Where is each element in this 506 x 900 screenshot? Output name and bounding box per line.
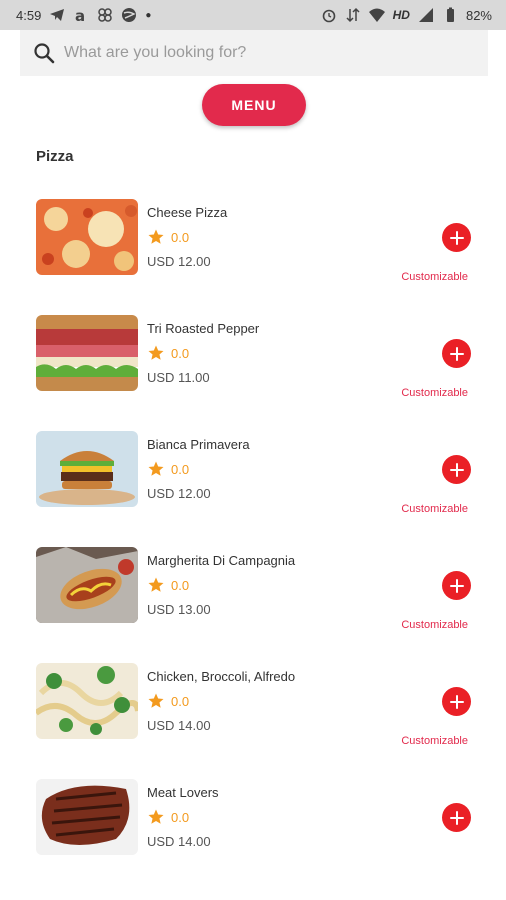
item-price: USD 11.00 — [147, 370, 210, 385]
add-item-button[interactable] — [442, 455, 471, 484]
plus-icon — [449, 578, 464, 593]
item-price: USD 13.00 — [147, 602, 211, 617]
menu-item[interactable]: Margherita Di Campagnia 0.0 USD 13.00 Cu… — [0, 547, 506, 647]
search-bar[interactable] — [20, 30, 488, 76]
alarm-icon — [321, 7, 337, 23]
rating-value: 0.0 — [171, 345, 190, 361]
status-left: 4:59 a ● — [16, 7, 152, 25]
add-item-button[interactable] — [442, 687, 471, 716]
add-item-button[interactable] — [442, 339, 471, 368]
menu-item[interactable]: Bianca Primavera 0.0 USD 12.00 Customiza… — [0, 431, 506, 531]
network-type: HD — [392, 8, 410, 22]
plus-icon — [449, 810, 464, 825]
star-icon — [147, 228, 165, 246]
signal-icon — [418, 7, 434, 23]
svg-text:a: a — [75, 7, 85, 23]
menu-button[interactable]: MENU — [202, 84, 306, 126]
sandwich-image — [36, 315, 138, 391]
customizable-label: Customizable — [401, 271, 468, 283]
customizable-label: Customizable — [401, 503, 468, 515]
plus-icon — [449, 694, 464, 709]
rating-value: 0.0 — [171, 809, 190, 825]
rating-value: 0.0 — [171, 693, 190, 709]
star-icon — [147, 692, 165, 710]
menu-item[interactable]: Chicken, Broccoli, Alfredo 0.0 USD 14.00… — [0, 663, 506, 763]
menu-item[interactable]: Tri Roasted Pepper 0.0 USD 11.00 Customi… — [0, 315, 506, 415]
customizable-label: Customizable — [401, 387, 468, 399]
item-name: Chicken, Broccoli, Alfredo — [147, 669, 296, 684]
menu-item[interactable]: Meat Lovers 0.0 USD 14.00 — [0, 779, 506, 879]
telegram-icon — [49, 7, 65, 23]
data-arrows-icon — [345, 7, 361, 23]
pasta-image — [36, 663, 138, 739]
rating-value: 0.0 — [171, 229, 190, 245]
item-rating: 0.0 — [147, 460, 189, 478]
add-item-button[interactable] — [442, 223, 471, 252]
status-time: 4:59 — [16, 7, 42, 23]
plus-icon — [449, 346, 464, 361]
item-rating: 0.0 — [147, 576, 189, 594]
star-icon — [147, 460, 165, 478]
item-price: USD 12.00 — [147, 254, 211, 269]
item-name: Cheese Pizza — [147, 205, 228, 220]
battery-icon — [442, 7, 458, 23]
item-rating: 0.0 — [147, 692, 189, 710]
plus-icon — [449, 462, 464, 477]
plus-icon — [449, 230, 464, 245]
pizza-image — [36, 199, 138, 275]
section-title: Pizza — [36, 148, 74, 165]
burger-image — [36, 431, 138, 507]
search-input[interactable] — [64, 44, 476, 62]
add-item-button[interactable] — [442, 571, 471, 600]
status-bar: 4:59 a ● HD 82% — [0, 0, 506, 30]
app-a-icon: a — [73, 7, 89, 25]
item-price: USD 14.00 — [147, 718, 211, 733]
search-icon — [32, 41, 56, 65]
add-item-button[interactable] — [442, 803, 471, 832]
customizable-label: Customizable — [401, 619, 468, 631]
customizable-label: Customizable — [401, 735, 468, 747]
star-icon — [147, 808, 165, 826]
wifi-icon — [368, 7, 385, 23]
hotdog-image — [36, 547, 138, 623]
item-name: Tri Roasted Pepper — [147, 321, 260, 336]
rating-value: 0.0 — [171, 461, 190, 477]
flower-icon — [97, 7, 113, 23]
item-name: Meat Lovers — [147, 785, 219, 800]
rating-value: 0.0 — [171, 577, 190, 593]
item-rating: 0.0 — [147, 344, 189, 362]
notification-dot-icon: ● — [145, 9, 152, 21]
status-right: HD 82% — [321, 7, 492, 23]
steak-image — [36, 779, 138, 855]
star-icon — [147, 576, 165, 594]
item-name: Margherita Di Campagnia — [147, 553, 296, 568]
item-name: Bianca Primavera — [147, 437, 250, 452]
globe-icon — [121, 7, 137, 23]
battery-percent: 82% — [465, 7, 492, 23]
item-price: USD 14.00 — [147, 834, 211, 849]
item-rating: 0.0 — [147, 228, 189, 246]
item-rating: 0.0 — [147, 808, 189, 826]
menu-item[interactable]: Cheese Pizza 0.0 USD 12.00 Customizable — [0, 199, 506, 299]
item-price: USD 12.00 — [147, 486, 211, 501]
star-icon — [147, 344, 165, 362]
